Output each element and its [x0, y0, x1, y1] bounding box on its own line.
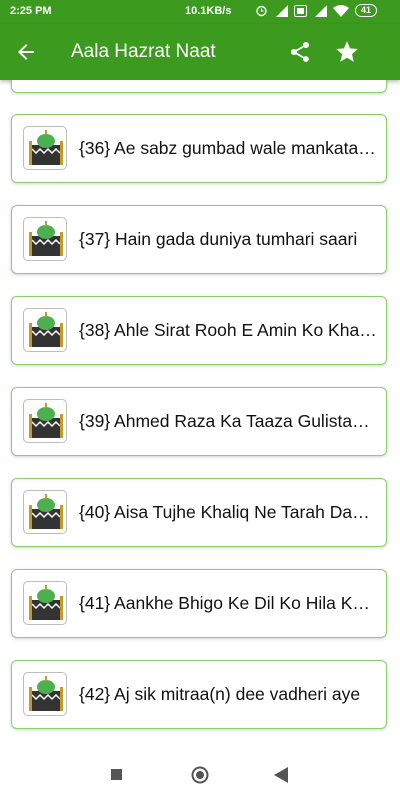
list-item[interactable]: {38} Ahle Sirat Rooh E Amin Ko Khabar Ka… [11, 296, 387, 365]
volte-icon [294, 4, 307, 17]
battery-indicator: 41 [355, 4, 378, 17]
system-nav-bar [0, 750, 400, 800]
list-item[interactable]: {41} Aankhe Bhigo Ke Dil Ko Hila Kar Cha… [11, 569, 387, 638]
dargah-thumbnail-icon [23, 672, 67, 716]
list-item[interactable]: {36} Ae sabz gumbad wale mankata hai tum… [11, 114, 387, 183]
dargah-thumbnail-icon [23, 217, 67, 261]
naat-title: {39} Ahmed Raza Ka Taaza Gulistan Hai Aa… [79, 411, 379, 431]
dargah-thumbnail-icon [23, 308, 67, 352]
list-item[interactable] [11, 80, 387, 93]
page-title: Aala Hazrat Naat [71, 41, 216, 62]
list-item[interactable]: {37} Hain gada duniya tumhari saari [11, 205, 387, 274]
wifi-icon [333, 4, 349, 17]
naat-title: {41} Aankhe Bhigo Ke Dil Ko Hila Kar Cha… [79, 593, 379, 613]
star-icon[interactable] [334, 39, 360, 65]
status-time: 2:25 PM [10, 5, 52, 17]
status-icons: 41 [255, 4, 378, 17]
home-icon[interactable] [191, 766, 209, 784]
list-item[interactable]: {39} Ahmed Raza Ka Taaza Gulistan Hai Aa… [11, 387, 387, 456]
signal-4g-icon [276, 4, 288, 17]
back-icon[interactable] [274, 767, 288, 783]
share-icon[interactable] [288, 40, 312, 64]
back-arrow-icon[interactable] [14, 40, 38, 64]
dargah-thumbnail-icon [23, 490, 67, 534]
network-speed: 10.1KB/s [185, 5, 232, 17]
list-item[interactable]: {40} Aisa Tujhe Khaliq Ne Tarah Daar Ban… [11, 478, 387, 547]
recent-apps-icon[interactable] [111, 769, 122, 780]
dargah-thumbnail-icon [23, 581, 67, 625]
app-bar: Aala Hazrat Naat [0, 24, 400, 80]
status-bar: 2:25 PM 10.1KB/s 41 [0, 0, 400, 24]
signal-icon [315, 4, 327, 17]
naat-title: {40} Aisa Tujhe Khaliq Ne Tarah Daar Ban… [79, 502, 379, 522]
naat-title: {38} Ahle Sirat Rooh E Amin Ko Khabar Ka… [79, 320, 379, 340]
naat-title: {36} Ae sabz gumbad wale mankata hai tum… [79, 138, 379, 158]
naat-title: {42} Aj sik mitraa(n) dee vadheri aye [79, 684, 361, 704]
naat-title: {37} Hain gada duniya tumhari saari [79, 229, 358, 249]
list-item[interactable]: {42} Aj sik mitraa(n) dee vadheri aye [11, 660, 387, 729]
dargah-thumbnail-icon [23, 126, 67, 170]
dargah-thumbnail-icon [23, 399, 67, 443]
alarm-icon [256, 5, 267, 17]
naat-list: {36} Ae sabz gumbad wale mankata hai tum… [0, 80, 400, 750]
